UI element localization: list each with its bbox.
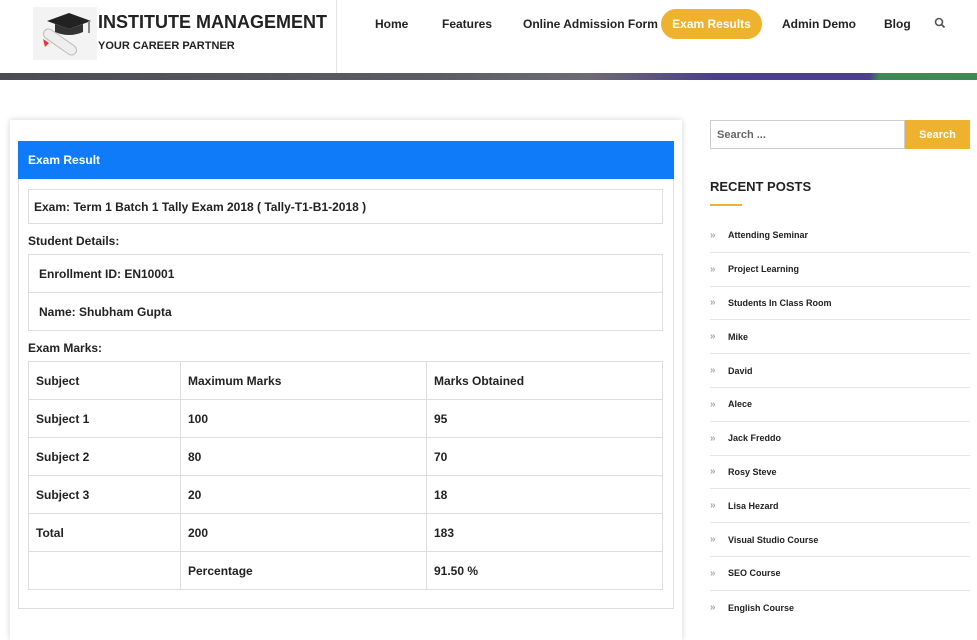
recent-post-item[interactable]: » Mike: [710, 320, 970, 355]
table-header-row: Subject Maximum Marks Marks Obtained: [28, 361, 663, 400]
cell: 100: [180, 399, 427, 438]
post-link[interactable]: Rosy Steve: [728, 467, 777, 477]
exam-info: Exam: Term 1 Batch 1 Tally Exam 2018 ( T…: [28, 189, 663, 224]
cell: 183: [426, 513, 663, 552]
search-icon[interactable]: [934, 17, 946, 29]
sidebar-search-button[interactable]: Search: [905, 120, 970, 149]
chevron-double-right-icon: »: [710, 567, 716, 579]
post-link[interactable]: Lisa Hezard: [728, 501, 779, 511]
chevron-double-right-icon: »: [710, 534, 716, 546]
cell: Subject 3: [28, 475, 181, 514]
recent-post-item[interactable]: » Visual Studio Course: [710, 523, 970, 557]
chevron-double-right-icon: »: [710, 432, 716, 444]
table-row: Subject 2 80 70: [28, 437, 663, 476]
site-header: [0, 0, 977, 73]
cell: Percentage: [180, 551, 427, 590]
student-name: Name: Shubham Gupta: [39, 305, 172, 319]
site-tagline: YOUR CAREER PARTNER: [98, 40, 235, 52]
recent-posts-list: » Attending Seminar » Project Learning » Stud…: [710, 219, 970, 625]
cell: 91.50 %: [426, 551, 663, 590]
marks-table: Subject Maximum Marks Marks Obtained Subje…: [28, 361, 663, 590]
nav-online-admission-form[interactable]: Online Admission Form: [523, 17, 658, 31]
nav-admin-demo[interactable]: Admin Demo: [782, 17, 856, 31]
column-header: Maximum Marks: [180, 361, 427, 400]
post-link[interactable]: English Course: [728, 603, 794, 613]
sidebar-search-input[interactable]: Search ...: [710, 120, 905, 149]
cell: Total: [28, 513, 181, 552]
table-row-percentage: Percentage 91.50 %: [28, 551, 663, 590]
cell: 20: [180, 475, 427, 514]
nav-exam-results[interactable]: Exam Results: [661, 9, 762, 39]
banner-image: [0, 73, 977, 80]
panel-title: Exam Result: [18, 141, 674, 179]
column-header: Marks Obtained: [426, 361, 663, 400]
logo-graduation-cap-icon[interactable]: [33, 7, 97, 60]
chevron-double-right-icon: »: [710, 297, 716, 309]
cell: 95: [426, 399, 663, 438]
cell: [28, 551, 181, 590]
chevron-double-right-icon: »: [710, 229, 716, 241]
chevron-double-right-icon: »: [710, 263, 716, 275]
recent-post-item[interactable]: » David: [710, 354, 970, 388]
recent-post-item[interactable]: » Students In Class Room: [710, 287, 970, 321]
nav-home[interactable]: Home: [375, 17, 408, 31]
recent-post-item[interactable]: » Alece: [710, 388, 970, 422]
title-underline: [710, 204, 742, 206]
chevron-double-right-icon: »: [710, 331, 716, 343]
post-link[interactable]: SEO Course: [728, 568, 781, 578]
post-link[interactable]: Visual Studio Course: [728, 535, 818, 545]
chevron-double-right-icon: »: [710, 398, 716, 410]
cell: 200: [180, 513, 427, 552]
header-divider: [336, 0, 337, 73]
recent-post-item[interactable]: » Jack Freddo: [710, 422, 970, 456]
cell: 80: [180, 437, 427, 476]
cell: 18: [426, 475, 663, 514]
exam-marks-label: Exam Marks:: [28, 341, 103, 355]
table-row: Subject 3 20 18: [28, 475, 663, 514]
nav-blog[interactable]: Blog: [884, 17, 911, 31]
post-link[interactable]: Attending Seminar: [728, 230, 808, 240]
recent-posts-title: RECENT POSTS: [710, 179, 812, 194]
table-row: Subject 1 100 95: [28, 399, 663, 438]
chevron-double-right-icon: »: [710, 500, 716, 512]
cell: 70: [426, 437, 663, 476]
recent-post-item[interactable]: » Project Learning: [710, 253, 970, 287]
post-link[interactable]: Mike: [728, 332, 748, 342]
recent-post-item[interactable]: » SEO Course: [710, 557, 970, 591]
chevron-double-right-icon: »: [710, 466, 716, 478]
cell: Subject 1: [28, 399, 181, 438]
post-link[interactable]: Project Learning: [728, 264, 799, 274]
nav-features[interactable]: Features: [442, 17, 492, 31]
cell: Subject 2: [28, 437, 181, 476]
post-link[interactable]: Jack Freddo: [728, 433, 781, 443]
post-link[interactable]: Alece: [728, 399, 752, 409]
chevron-double-right-icon: »: [710, 365, 716, 377]
site-brand[interactable]: INSTITUTE MANAGEMENT: [98, 12, 327, 33]
chevron-double-right-icon: »: [710, 602, 716, 614]
enrollment-id: Enrollment ID: EN10001: [29, 255, 662, 293]
recent-post-item[interactable]: » English Course: [710, 591, 970, 625]
student-details-box: Enrollment ID: EN10001 Name: Shubham Gup…: [28, 254, 663, 331]
recent-post-item[interactable]: » Attending Seminar: [710, 219, 970, 253]
recent-post-item[interactable]: » Lisa Hezard: [710, 489, 970, 524]
post-link[interactable]: Students In Class Room: [728, 298, 832, 308]
recent-post-item[interactable]: » Rosy Steve: [710, 456, 970, 490]
post-link[interactable]: David: [728, 366, 753, 376]
table-row-total: Total 200 183: [28, 513, 663, 552]
student-details-label: Student Details:: [28, 234, 120, 248]
column-header: Subject: [28, 361, 181, 400]
